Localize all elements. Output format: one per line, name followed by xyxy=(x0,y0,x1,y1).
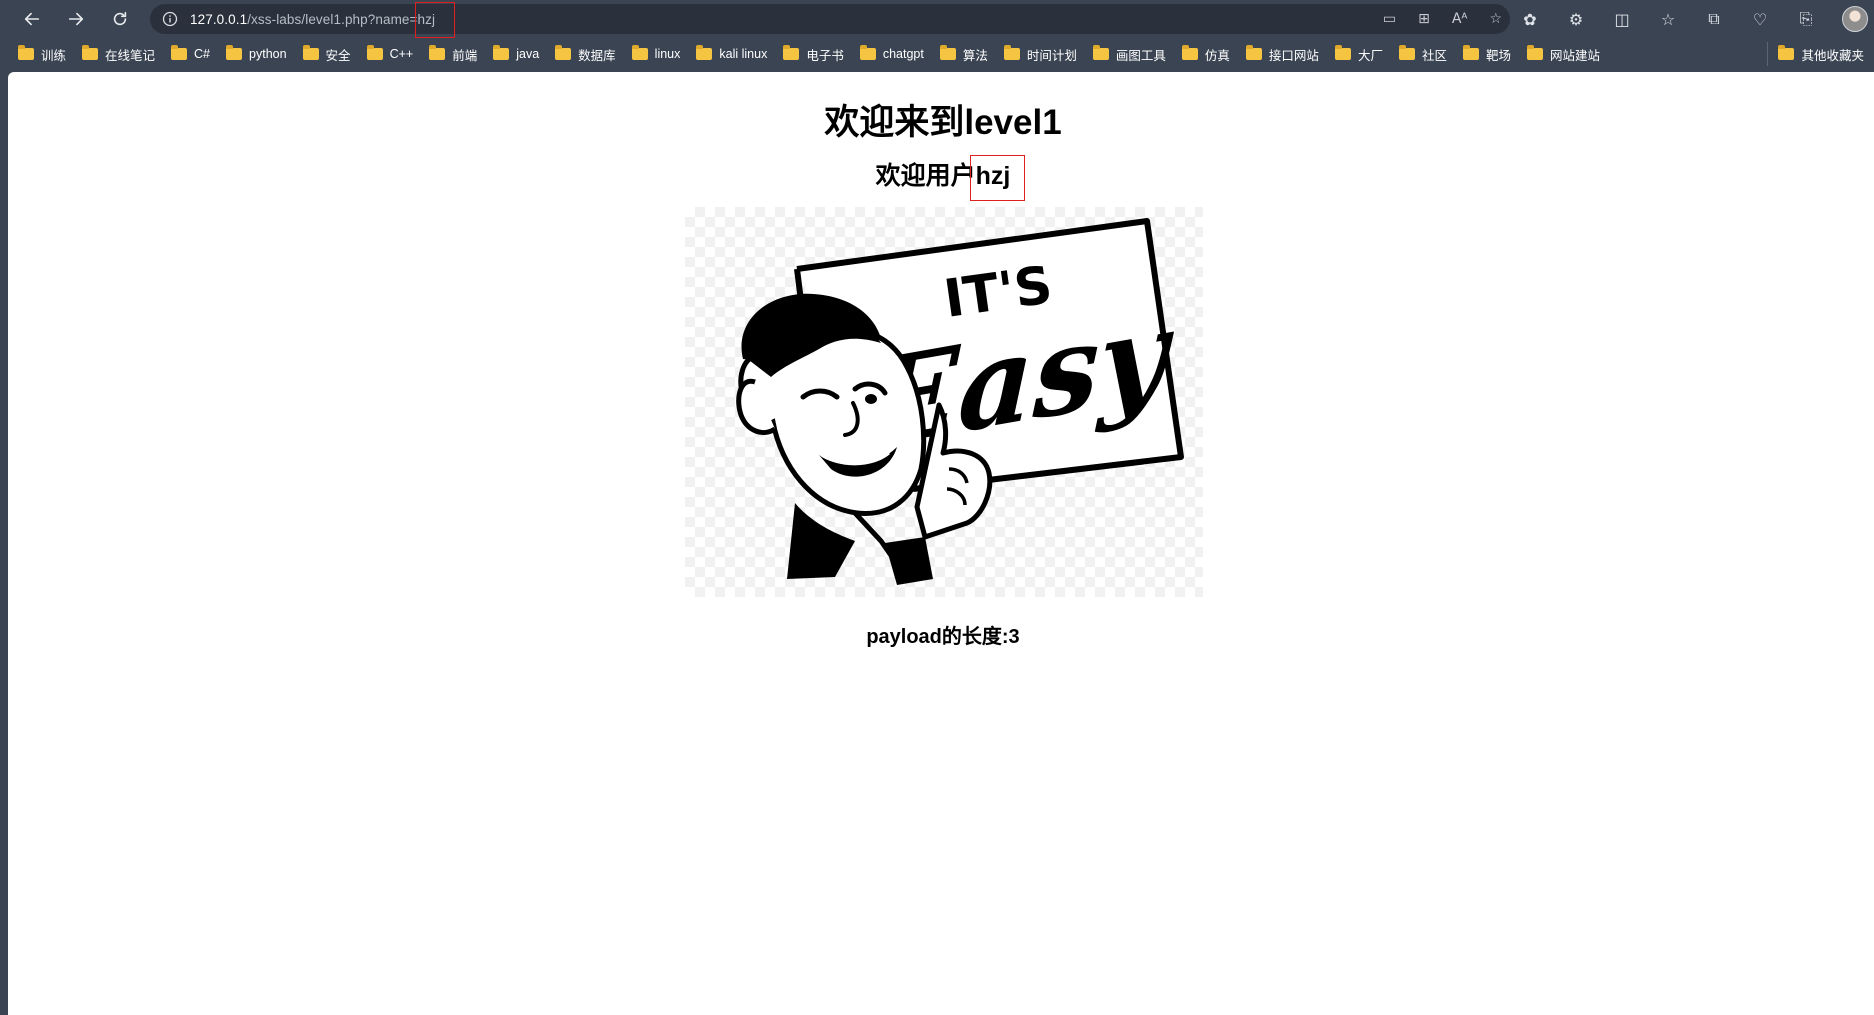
bookmark-folder[interactable]: kali linux xyxy=(696,45,767,61)
cast-icon[interactable]: ▭ xyxy=(1383,11,1396,27)
folder-icon xyxy=(1181,45,1198,60)
address-bar[interactable]: 127.0.0.1/xss-labs/level1.php?name=hzj ▭… xyxy=(150,1,1510,38)
forward-button[interactable] xyxy=(54,0,98,38)
folder-icon xyxy=(1778,45,1795,60)
bookmark-folder[interactable]: 仿真 xyxy=(1181,45,1230,64)
payload-length-label: payload的长度:3 xyxy=(866,626,1020,648)
folder-icon xyxy=(859,45,876,60)
bookmark-folder[interactable]: 靶场 xyxy=(1462,45,1511,64)
folder-icon xyxy=(1526,45,1543,60)
read-aloud-icon[interactable]: Aᴬ xyxy=(1452,11,1468,27)
bookmark-folder[interactable]: 大厂 xyxy=(1334,45,1383,64)
address-bar-actions: ▭ ⊞ Aᴬ ☆ xyxy=(1383,4,1502,34)
bookmark-folder[interactable]: 安全 xyxy=(302,45,351,64)
folder-icon xyxy=(1334,45,1351,60)
browser-essentials-icon[interactable]: ♡ xyxy=(1750,9,1770,29)
back-button[interactable] xyxy=(10,0,54,38)
refresh-icon xyxy=(113,11,127,26)
toolbar-extensions: ✿ ⚙ ◫ ☆ ⧉ ♡ ⎘ xyxy=(1520,0,1868,38)
arrow-left-icon xyxy=(24,12,40,26)
folder-icon xyxy=(82,45,99,60)
welcome-prefix: 欢迎用户 xyxy=(875,162,976,190)
extension-icon[interactable]: ✿ xyxy=(1520,9,1540,29)
favorite-star-icon[interactable]: ☆ xyxy=(1489,11,1502,27)
bookmark-folder[interactable]: C++ xyxy=(366,45,413,61)
site-info-icon[interactable] xyxy=(150,11,190,27)
welcome-message: 欢迎用户hzj xyxy=(8,155,1874,201)
folder-icon xyxy=(1462,45,1479,60)
folder-icon xyxy=(429,45,446,60)
profile-avatar[interactable] xyxy=(1842,6,1868,32)
collections-icon[interactable]: ⧉ xyxy=(1704,9,1724,29)
bookmark-folder[interactable]: 训练 xyxy=(18,45,66,64)
browser-window: 127.0.0.1/xss-labs/level1.php?name=hzj ▭… xyxy=(0,0,1874,1015)
bookmark-folder[interactable]: C# xyxy=(171,45,210,61)
url-host: 127.0.0.1 xyxy=(190,11,248,27)
folder-icon xyxy=(783,45,800,60)
folder-icon xyxy=(171,45,188,60)
its-easy-clipart: IT'S Easy xyxy=(736,218,1184,585)
bookmark-folder[interactable]: chatgpt xyxy=(859,45,924,61)
bookmark-folder[interactable]: python xyxy=(226,45,287,61)
bookmark-folder[interactable]: 社区 xyxy=(1398,45,1447,64)
folder-icon xyxy=(696,45,713,60)
screenshot-icon[interactable]: ⎘ xyxy=(1796,9,1816,29)
folder-icon xyxy=(631,45,648,60)
folder-icon xyxy=(366,45,383,60)
bookmark-folder[interactable]: 接口网站 xyxy=(1245,45,1319,64)
url-param-highlight-box xyxy=(415,1,455,38)
bookmark-folder[interactable]: java xyxy=(493,45,539,61)
folder-icon xyxy=(1398,45,1415,60)
bookmarks-bar: 训练 在线笔记 C# python 安全 C++ 前端 java 数据库 lin… xyxy=(0,42,1874,66)
puzzle-extensions-icon[interactable]: ⚙ xyxy=(1566,9,1586,29)
arrow-right-icon xyxy=(68,12,84,26)
bookmark-folder[interactable]: 算法 xyxy=(939,45,988,64)
bookmark-folder[interactable]: 数据库 xyxy=(555,45,616,64)
browser-toolbar: 127.0.0.1/xss-labs/level1.php?name=hzj ▭… xyxy=(0,0,1874,38)
username-wrap: hzj xyxy=(969,155,1025,201)
bookmark-folder[interactable]: linux xyxy=(631,45,680,61)
folder-icon xyxy=(226,45,243,60)
its-easy-illustration: IT'S Easy xyxy=(685,207,1203,597)
folder-icon xyxy=(1092,45,1109,60)
folder-icon xyxy=(302,45,319,60)
url-path: /xss-labs/level1.php?name=hzj xyxy=(247,11,436,27)
folder-icon xyxy=(1245,45,1262,60)
folder-icon xyxy=(18,45,34,60)
bookmark-folder[interactable]: 时间计划 xyxy=(1003,45,1077,64)
page-content: 欢迎来到level1 欢迎用户hzj IT'S Easy payload的长度:… xyxy=(8,72,1874,1015)
page-title: 欢迎来到level1 xyxy=(824,103,1062,142)
bookmark-folder[interactable]: 网站建站 xyxy=(1526,45,1600,64)
app-grid-icon[interactable]: ⊞ xyxy=(1418,11,1430,27)
bookmark-folder[interactable]: 在线笔记 xyxy=(82,45,155,64)
bookmark-folder[interactable]: 前端 xyxy=(429,45,477,64)
favorites-icon[interactable]: ☆ xyxy=(1658,9,1678,29)
folder-icon xyxy=(1003,45,1020,60)
folder-icon xyxy=(493,45,510,60)
url-text[interactable]: 127.0.0.1/xss-labs/level1.php?name=hzj xyxy=(190,1,455,38)
reload-button[interactable] xyxy=(98,0,142,38)
split-screen-icon[interactable]: ◫ xyxy=(1612,9,1632,29)
folder-icon xyxy=(555,45,572,60)
bookmark-folder[interactable]: 画图工具 xyxy=(1092,45,1166,64)
other-bookmarks-folder[interactable]: 其他收藏夹 xyxy=(1767,42,1864,66)
folder-icon xyxy=(939,45,956,60)
username-highlight-box xyxy=(969,155,1025,201)
bookmark-folder[interactable]: 电子书 xyxy=(783,45,844,64)
